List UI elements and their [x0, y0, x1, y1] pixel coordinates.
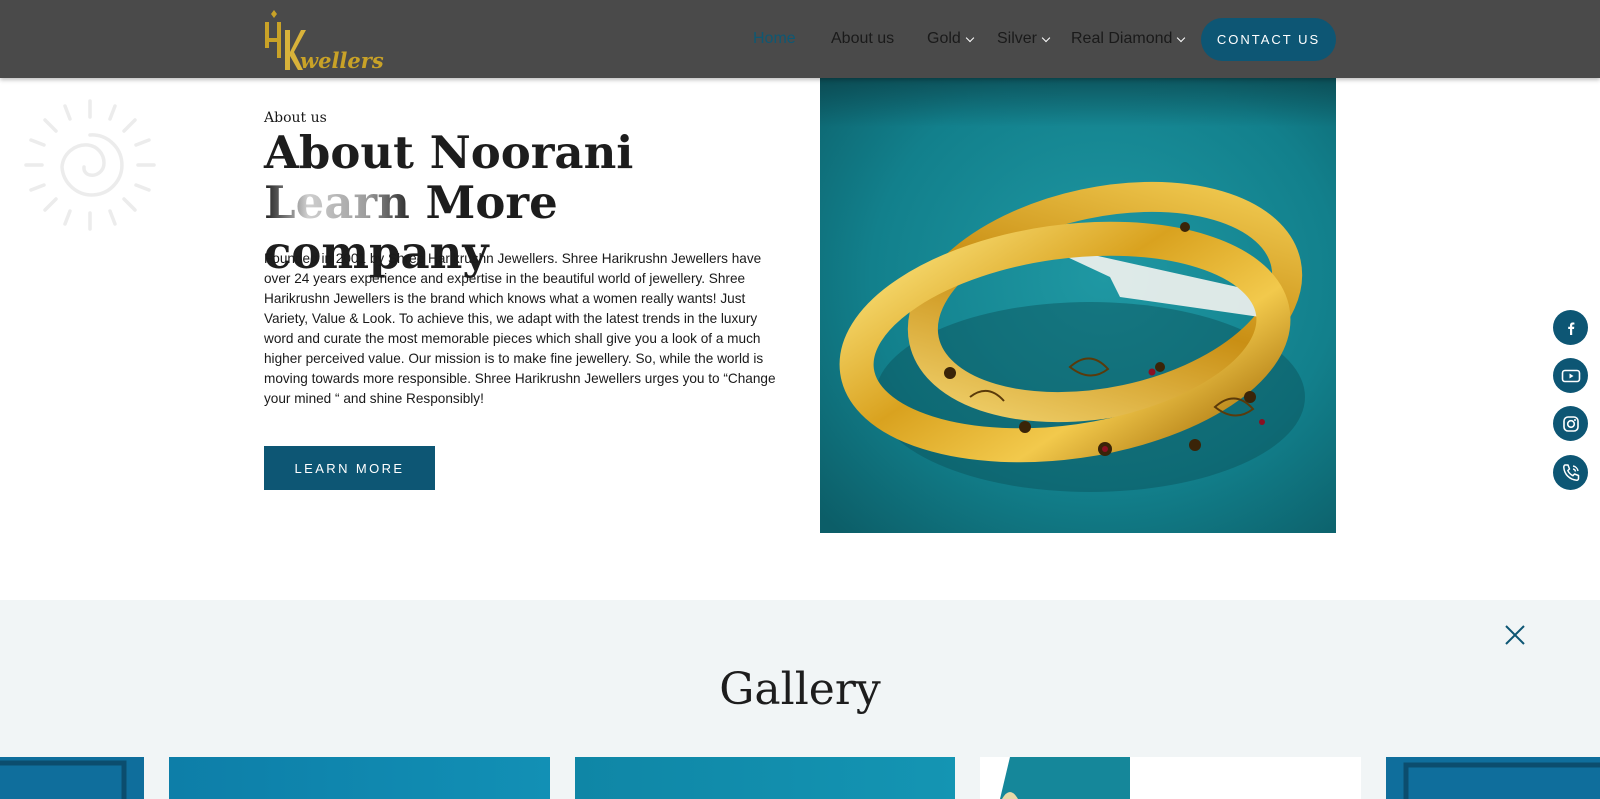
nav-about[interactable]: About us — [831, 28, 894, 50]
nav-gold-label: Gold — [927, 30, 961, 47]
chevron-down-icon — [1177, 33, 1186, 42]
about-description: Founded in 2001 by Shree Harikrushn Jewe… — [264, 251, 776, 406]
heading-part-1: About Noorani — [264, 126, 634, 179]
site-header: wellers Home About us Gold Silver Real D… — [0, 0, 1600, 78]
chevron-down-icon — [965, 33, 975, 42]
nav-real-diamond[interactable]: Real Diamond — [1071, 28, 1186, 50]
instagram-button[interactable] — [1553, 406, 1588, 441]
gallery-thumb[interactable] — [980, 757, 1361, 799]
gallery-section: Gallery — [0, 600, 1600, 799]
heading-part-2: Learn — [264, 176, 410, 229]
nav-silver-label: Silver — [997, 30, 1038, 47]
instagram-icon — [1562, 415, 1579, 432]
section-eyebrow: About us — [264, 110, 327, 126]
contact-us-button[interactable]: CONTACT US — [1201, 18, 1336, 61]
nav-home-label: Home — [753, 30, 796, 47]
youtube-button[interactable] — [1553, 358, 1588, 393]
gallery-thumb[interactable] — [169, 757, 550, 799]
phone-button[interactable] — [1553, 455, 1588, 490]
close-icon[interactable] — [1502, 622, 1528, 648]
nav-real-diamond-label: Real Diamond — [1071, 30, 1173, 47]
gallery-title: Gallery — [719, 664, 881, 715]
sun-decoration-icon — [24, 99, 156, 231]
phone-icon — [1562, 463, 1579, 481]
nav-silver[interactable]: Silver — [997, 28, 1051, 50]
gallery-thumb[interactable] — [1386, 757, 1600, 799]
facebook-icon — [1567, 322, 1574, 335]
gold-bangles-image — [820, 67, 1336, 533]
nav-gold[interactable]: Gold — [927, 28, 975, 50]
learn-more-button[interactable]: LEARN MORE — [264, 446, 435, 490]
nav-about-label: About us — [831, 30, 895, 47]
brand-wordmark: wellers — [300, 48, 384, 73]
gallery-thumb[interactable] — [0, 757, 144, 799]
chevron-down-icon — [1041, 33, 1051, 42]
gallery-thumb[interactable] — [575, 757, 955, 799]
youtube-icon — [1561, 369, 1580, 382]
facebook-button[interactable] — [1553, 310, 1588, 345]
nav-home[interactable]: Home — [753, 28, 796, 50]
